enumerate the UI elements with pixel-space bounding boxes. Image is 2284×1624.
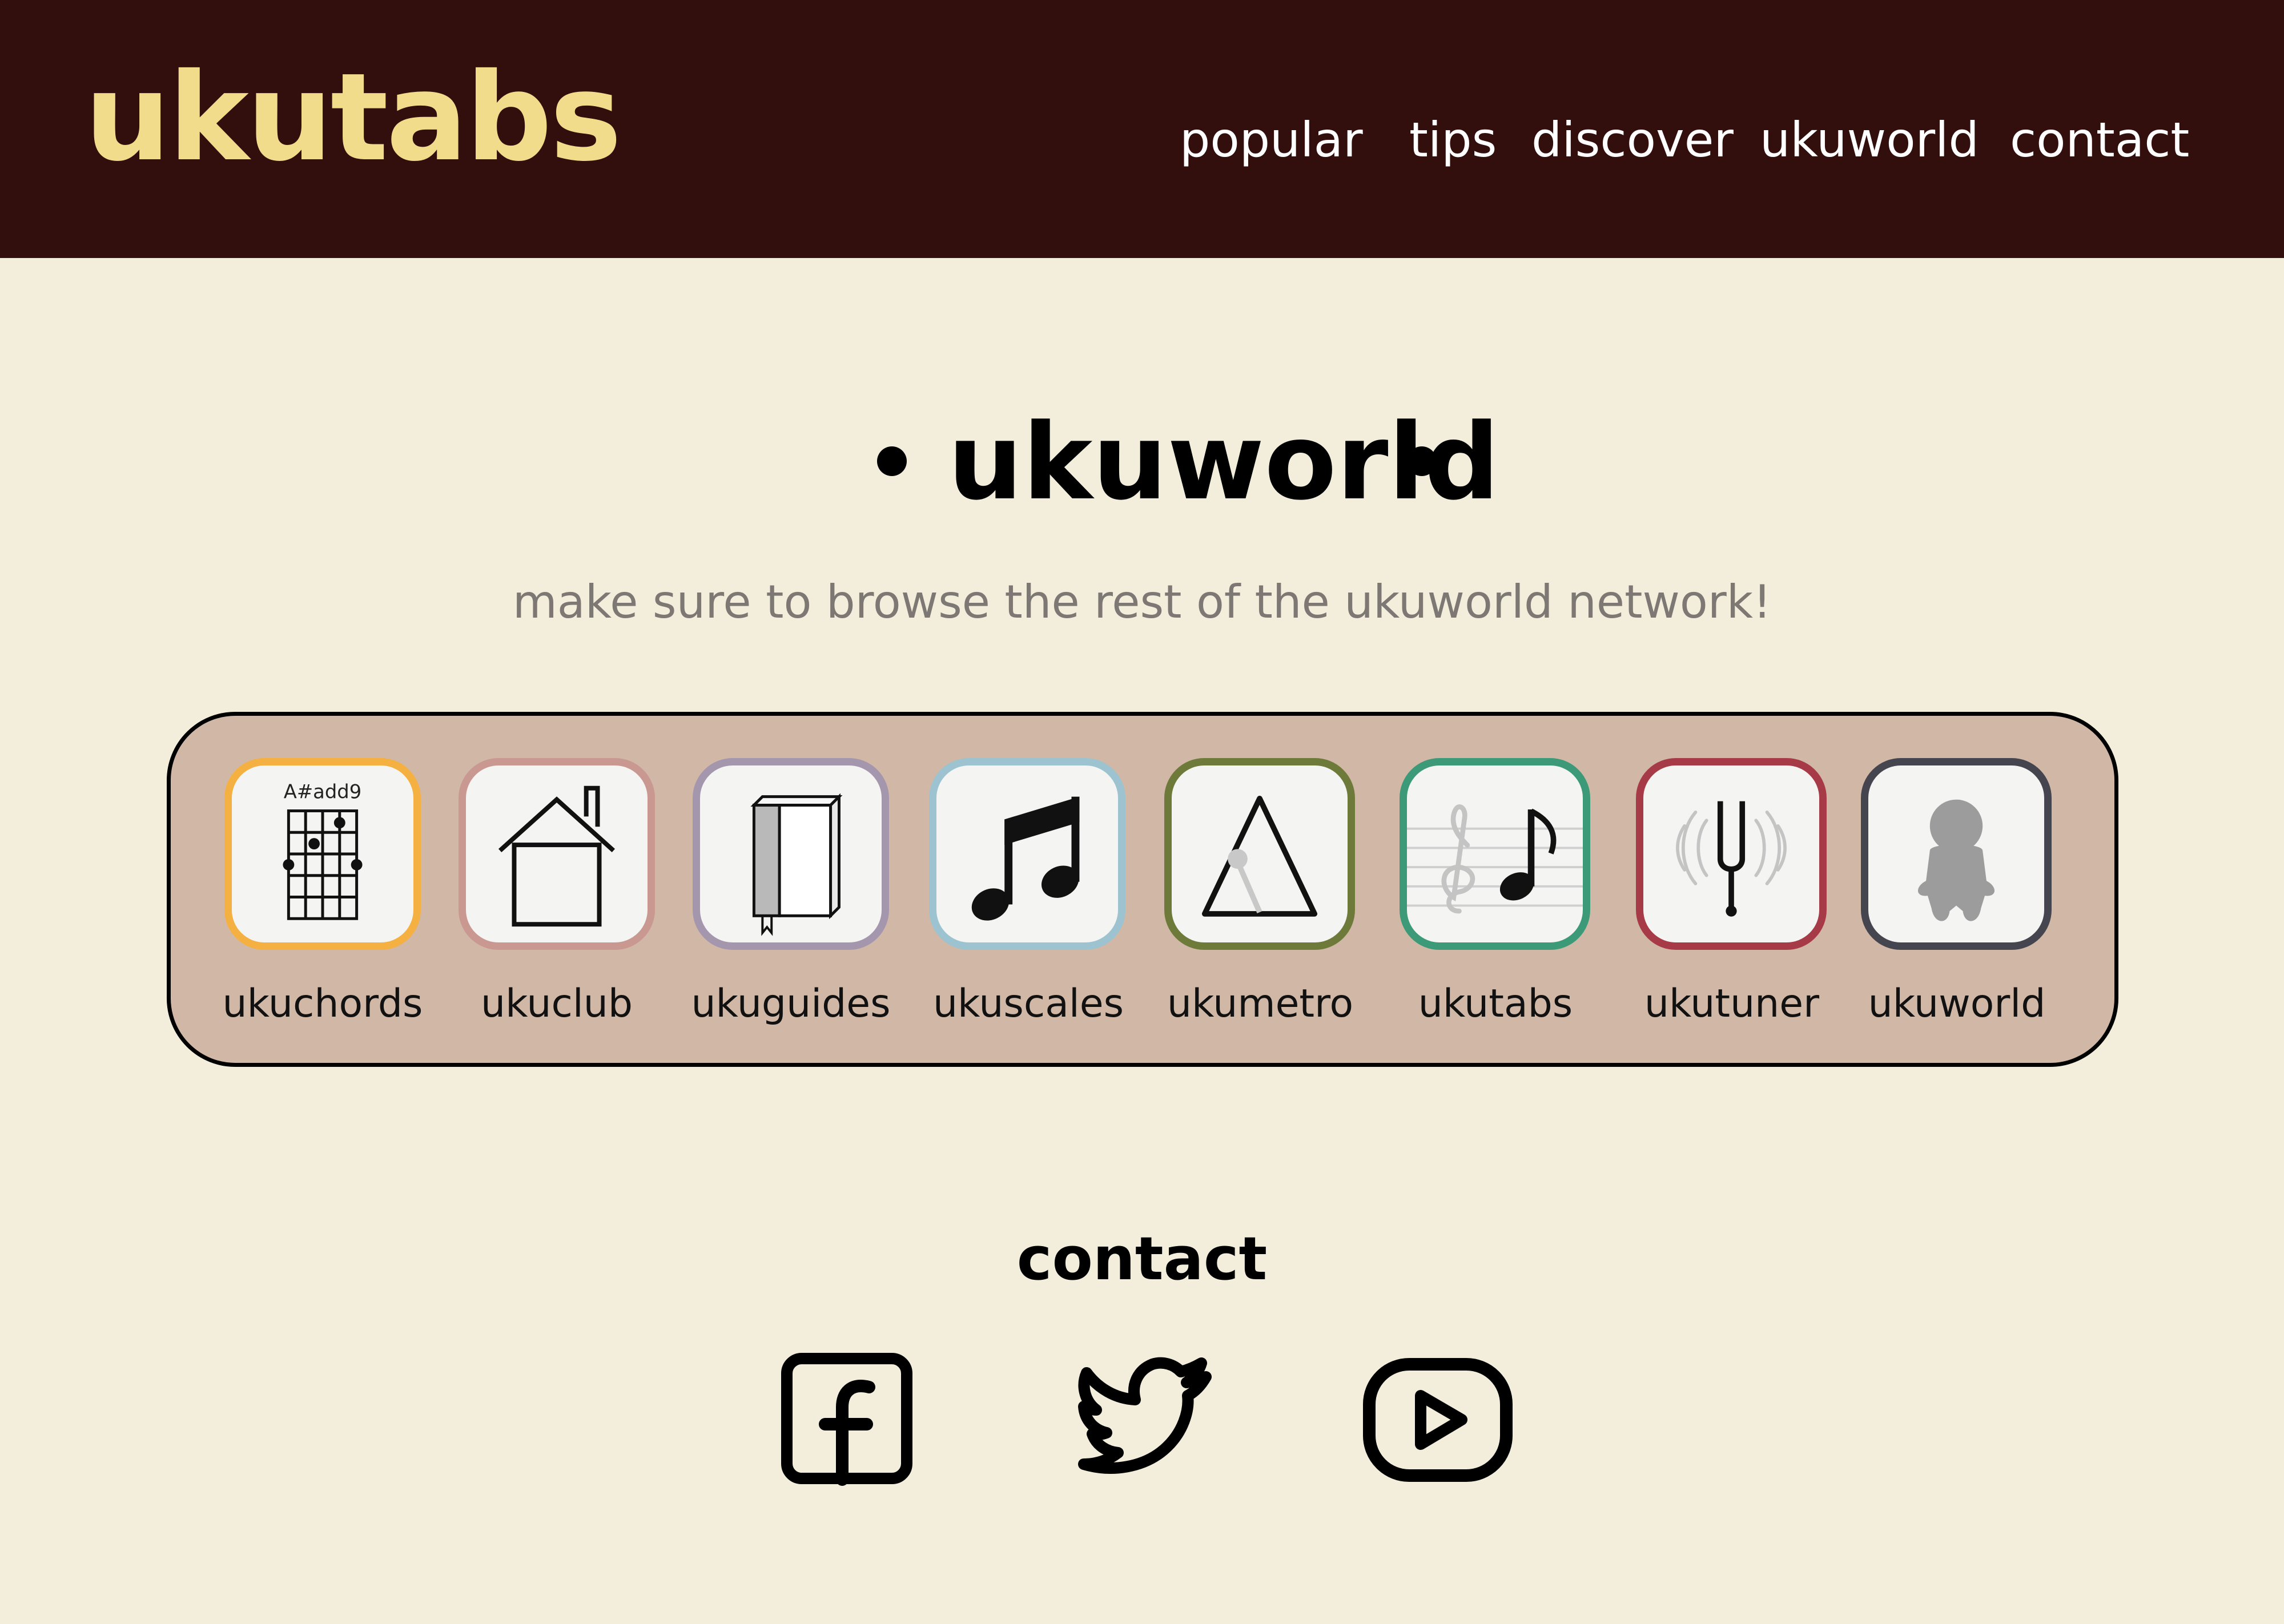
metronome-icon <box>1201 795 1318 917</box>
tuning-fork-icon <box>1676 801 1787 917</box>
svg-text:A#add9: A#add9 <box>284 781 361 803</box>
page-subtitle: make sure to browse the rest of the ukuw… <box>512 575 1772 628</box>
app-tile-ukumetro[interactable] <box>1164 758 1355 950</box>
chord-diagram-icon: A#add9 <box>283 781 363 920</box>
site-header: ukutabs popular tips discover ukuworld c… <box>0 0 2284 258</box>
app-tile-ukuscales[interactable] <box>929 758 1125 950</box>
nav-item-ukuworld[interactable]: ukuworld <box>1760 108 1979 171</box>
nav-item-contact[interactable]: contact <box>2010 108 2189 171</box>
app-label-ukuguides[interactable]: ukuguides <box>671 978 911 1030</box>
youtube-link[interactable] <box>1359 1347 1519 1496</box>
title-bullet-left <box>877 446 907 476</box>
network-panel: A#add9 ukuchords ukuclub ukuguides ukusc… <box>167 712 2118 1067</box>
house-icon <box>498 785 616 927</box>
figure-icon <box>1917 799 1995 921</box>
contact-title: contact <box>1016 1224 1268 1293</box>
nav-item-tips[interactable]: tips <box>1409 108 1497 171</box>
app-tile-ukutuner[interactable] <box>1636 758 1827 950</box>
app-tile-ukuchords[interactable]: A#add9 <box>224 758 421 950</box>
staff-note-icon <box>1407 804 1583 914</box>
twitter-link[interactable] <box>1067 1347 1227 1496</box>
nav-item-discover[interactable]: discover <box>1531 108 1734 171</box>
app-label-ukuworld[interactable]: ukuworld <box>1837 978 2077 1030</box>
app-label-ukutabs[interactable]: ukutabs <box>1376 978 1615 1030</box>
twitter-icon <box>1078 1357 1212 1474</box>
app-label-ukuscales[interactable]: ukuscales <box>908 978 1148 1030</box>
youtube-icon <box>1363 1358 1513 1482</box>
facebook-icon <box>781 1353 912 1486</box>
app-tile-ukuguides[interactable] <box>693 758 889 950</box>
app-label-ukuchords[interactable]: ukuchords <box>203 978 443 1030</box>
app-tile-ukutabs[interactable] <box>1400 758 1590 950</box>
title-bullet-right <box>1407 446 1437 476</box>
hero-title-row: ukuworld <box>0 400 2284 525</box>
music-notes-icon <box>971 796 1080 921</box>
book-icon <box>750 793 843 936</box>
facebook-link[interactable] <box>765 1347 925 1496</box>
page-title: ukuworld <box>948 401 1500 523</box>
app-label-ukuclub[interactable]: ukuclub <box>437 978 677 1030</box>
app-tile-ukuworld[interactable] <box>1861 758 2052 950</box>
app-label-ukumetro[interactable]: ukumetro <box>1140 978 1380 1030</box>
app-label-ukutuner[interactable]: ukutuner <box>1612 978 1852 1030</box>
app-tile-ukuclub[interactable] <box>459 758 655 950</box>
main-nav: popular tips discover ukuworld contact <box>0 108 2284 171</box>
nav-item-popular[interactable]: popular <box>1180 108 1363 171</box>
